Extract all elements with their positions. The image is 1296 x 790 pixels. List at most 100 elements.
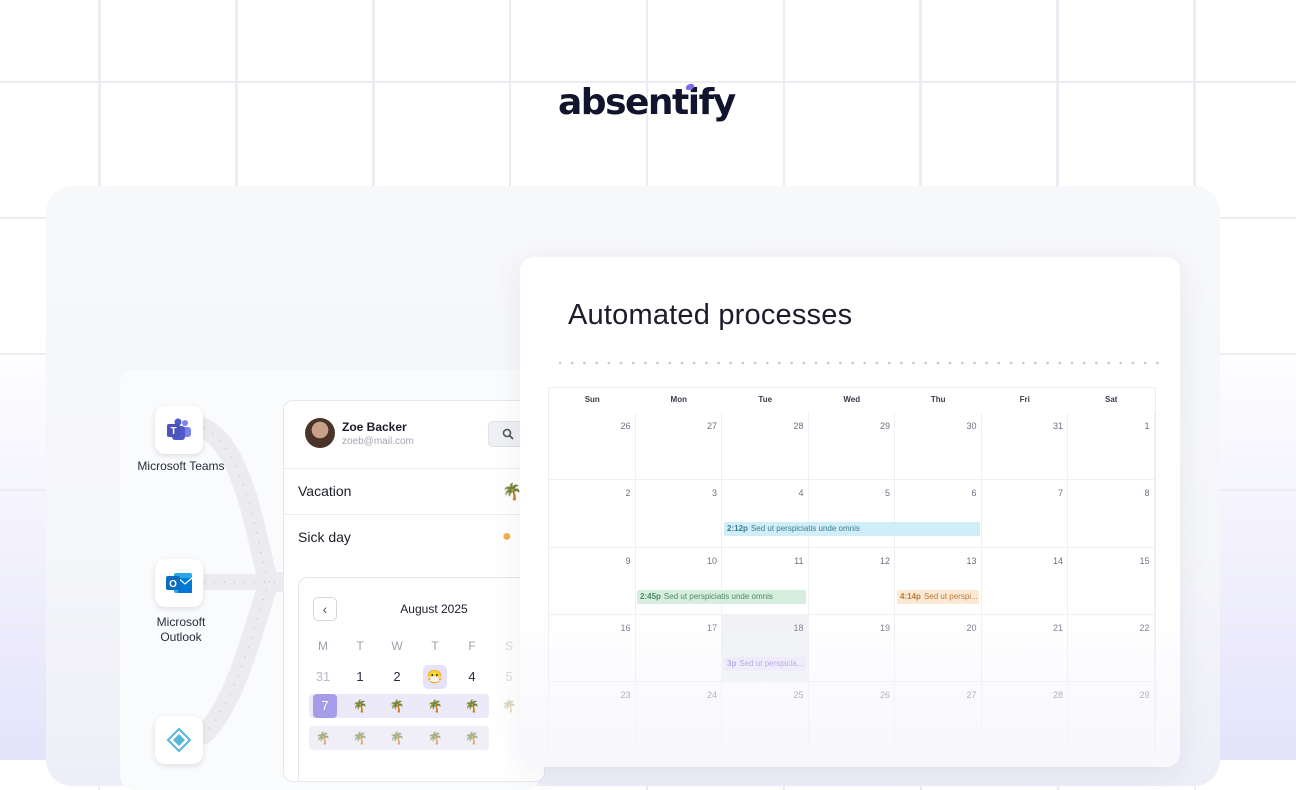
card-title: Automated processes bbox=[568, 299, 853, 331]
calendar-day-cell[interactable]: 19 bbox=[808, 614, 895, 683]
selected-day[interactable]: 7 bbox=[313, 694, 337, 718]
calendar-event[interactable]: 2:45p Sed ut perspiciatis unde omnis bbox=[637, 590, 806, 604]
calendar-day-cell[interactable]: 26 bbox=[549, 413, 636, 481]
mini-day[interactable]: 1 bbox=[348, 665, 372, 689]
day-number: 11 bbox=[794, 555, 804, 566]
previous-month-button[interactable]: ‹ bbox=[313, 597, 337, 621]
weekday-label: S bbox=[504, 639, 513, 653]
logo-text: absentify bbox=[558, 82, 736, 123]
svg-text:T: T bbox=[170, 426, 176, 437]
day-number: 27 bbox=[966, 690, 977, 701]
weekday-label: M bbox=[318, 639, 328, 653]
calendar-day-cell[interactable]: 23 bbox=[549, 682, 636, 750]
avatar bbox=[305, 418, 335, 448]
teams-app-tile[interactable]: T bbox=[155, 406, 203, 454]
weekday-header: Sun bbox=[584, 395, 600, 404]
palm-tree-icon: 🌴 bbox=[501, 699, 517, 713]
calendar-day-cell[interactable]: 27 bbox=[895, 682, 982, 750]
mini-day[interactable]: 5 bbox=[497, 665, 521, 689]
calendar-day-cell[interactable]: 25 bbox=[722, 682, 809, 750]
absentify-logo[interactable]: absentify bbox=[558, 82, 740, 132]
event-time: 4:14p bbox=[900, 592, 921, 601]
day-number: 2 bbox=[625, 488, 631, 499]
weekday-label: T bbox=[356, 639, 364, 653]
day-number: 24 bbox=[706, 690, 717, 701]
employee-email: zoeb@mail.com bbox=[342, 436, 414, 447]
weekday-header: Mon bbox=[670, 395, 687, 404]
day-number: 27 bbox=[706, 421, 717, 431]
day-number: 20 bbox=[966, 622, 977, 633]
weekday-label: T bbox=[431, 639, 439, 653]
calendar-event[interactable]: 4:14p Sed ut perspi... bbox=[897, 590, 979, 604]
calendar-day-cell[interactable]: 13 bbox=[895, 547, 982, 615]
leave-type-vacation[interactable]: Vacation 🌴 bbox=[284, 468, 544, 515]
calendar-day-cell[interactable]: 24 bbox=[635, 682, 722, 750]
palm-tree-icon: 🌴 bbox=[464, 731, 480, 745]
sick-day-marker[interactable]: 😷 bbox=[423, 665, 447, 689]
calendar-event[interactable]: 2:12p Sed ut perspiciatis unde omnis bbox=[724, 522, 980, 536]
day-number: 25 bbox=[793, 690, 804, 701]
day-number: 16 bbox=[620, 622, 631, 633]
calendar-day-cell[interactable]: 10 bbox=[635, 547, 722, 615]
calendar-day-cell[interactable]: 27 bbox=[635, 413, 722, 481]
calendar-day-cell[interactable]: 7 bbox=[981, 480, 1068, 548]
calendar-day-cell[interactable]: 18 bbox=[722, 614, 809, 683]
calendar-day-cell[interactable]: 30 bbox=[895, 413, 982, 481]
day-number: 30 bbox=[966, 421, 977, 431]
calendar-day-cell[interactable]: 1 bbox=[1068, 413, 1155, 481]
day-number: 6 bbox=[971, 488, 977, 499]
day-number: 26 bbox=[879, 690, 890, 701]
event-title: Sed ut perspiciatis unde omnis bbox=[663, 592, 773, 601]
event-title: Sed ut perspiciatis unde omnis bbox=[750, 524, 860, 533]
teams-icon: T bbox=[167, 418, 191, 440]
calendar-day-cell[interactable]: 21 bbox=[981, 614, 1068, 683]
palm-tree-icon: 🌴 bbox=[427, 699, 443, 713]
calendar-day-cell[interactable]: 22 bbox=[1068, 614, 1155, 683]
mini-day[interactable]: 2 bbox=[385, 665, 409, 689]
calendar-day-cell[interactable]: 12 bbox=[808, 547, 895, 615]
calendar-day-cell[interactable]: 15 bbox=[1068, 547, 1155, 615]
calendar-day-cell[interactable]: 14 bbox=[981, 547, 1068, 615]
palm-tree-icon: 🌴 bbox=[389, 731, 405, 745]
calendar-day-cell[interactable]: 8 bbox=[1068, 480, 1155, 548]
calendar-day-cell[interactable]: 6 bbox=[895, 480, 982, 548]
outlook-app-tile[interactable]: O bbox=[155, 559, 203, 607]
leave-type-sick-day[interactable]: Sick day ● bbox=[284, 514, 544, 561]
calendar-day-cell[interactable]: 26 bbox=[808, 682, 895, 750]
employee-name: Zoe Backer bbox=[342, 420, 407, 434]
calendar-event[interactable]: 3p Sed ut perspicia... bbox=[724, 657, 806, 671]
calendar-day-cell[interactable]: 29 bbox=[808, 413, 895, 481]
calendar-day-cell[interactable]: 3 bbox=[635, 480, 722, 548]
calendar-day-cell[interactable]: 2 bbox=[549, 480, 636, 548]
day-number: 4 bbox=[798, 488, 804, 499]
azure-icon bbox=[166, 727, 192, 753]
outlook-label: Microsoft Outlook bbox=[156, 615, 206, 644]
day-number: 13 bbox=[966, 555, 977, 566]
mini-day[interactable]: 31 bbox=[311, 665, 335, 689]
calendar-day-cell[interactable]: 4 bbox=[722, 480, 809, 548]
calendar-day-cell[interactable]: 11 bbox=[722, 547, 809, 615]
day-number: 9 bbox=[625, 555, 631, 566]
day-number: 17 bbox=[706, 622, 717, 633]
calendar-day-cell[interactable]: 29 bbox=[1068, 682, 1155, 750]
day-number: 12 bbox=[879, 555, 890, 566]
sick-icon: ● bbox=[502, 528, 512, 545]
palm-tree-icon: 🌴 bbox=[427, 731, 443, 745]
day-number: 18 bbox=[793, 622, 804, 633]
day-number: 26 bbox=[620, 421, 631, 431]
calendar-day-cell[interactable]: 28 bbox=[981, 682, 1068, 750]
mini-day[interactable]: 4 bbox=[460, 665, 484, 689]
calendar-day-cell[interactable]: 16 bbox=[549, 614, 636, 683]
palm-tree-icon: 🌴 bbox=[352, 699, 368, 713]
calendar-day-cell[interactable]: 9 bbox=[549, 547, 636, 615]
event-time: 2:45p bbox=[640, 592, 661, 601]
azure-app-tile[interactable] bbox=[155, 716, 203, 764]
day-number: 7 bbox=[1057, 488, 1063, 499]
day-number: 3 bbox=[711, 488, 717, 499]
calendar-day-cell[interactable]: 5 bbox=[808, 480, 895, 548]
calendar-day-cell[interactable]: 20 bbox=[895, 614, 982, 683]
calendar-day-cell[interactable]: 28 bbox=[722, 413, 809, 481]
weekday-label: W bbox=[391, 639, 403, 653]
calendar-day-cell[interactable]: 17 bbox=[635, 614, 722, 683]
calendar-day-cell[interactable]: 31 bbox=[981, 413, 1068, 481]
